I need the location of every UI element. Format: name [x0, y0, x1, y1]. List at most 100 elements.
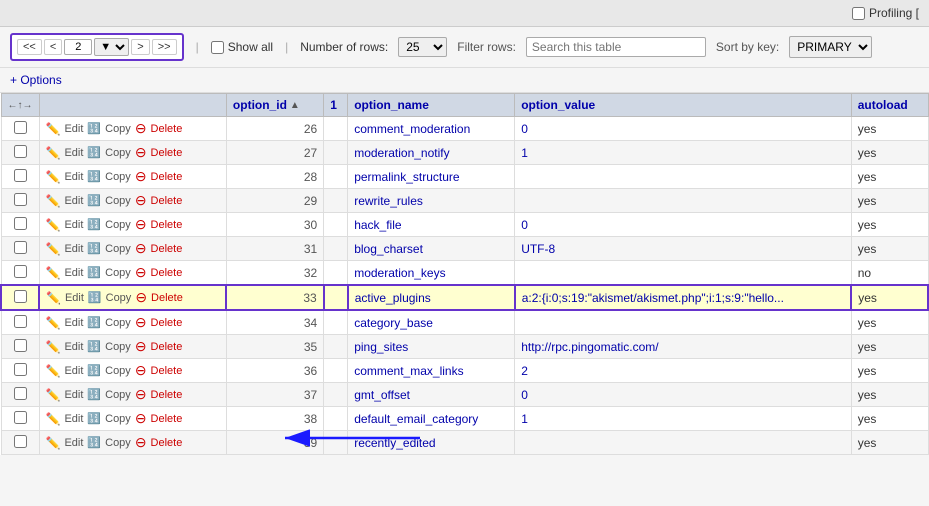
page-first-button[interactable]: << [17, 39, 42, 55]
sort-select[interactable]: PRIMARY [789, 36, 872, 58]
edit-pencil-icon: ✏️ [46, 364, 61, 378]
delete-button[interactable]: Delete [148, 316, 186, 330]
row-checkbox[interactable] [14, 315, 27, 328]
th-order[interactable]: 1 [324, 94, 348, 117]
delete-button[interactable]: Delete [148, 388, 186, 402]
delete-button[interactable]: Delete [148, 170, 186, 184]
edit-button[interactable]: Edit [61, 146, 86, 160]
delete-button[interactable]: Delete [148, 194, 186, 208]
toolbar: << < ▼ > >> | Show all | Number of rows:… [0, 27, 929, 68]
copy-button[interactable]: Copy [103, 291, 135, 305]
delete-button[interactable]: Delete [148, 218, 186, 232]
edit-button[interactable]: Edit [61, 412, 86, 426]
row-autoload-cell: yes [851, 141, 928, 165]
row-option-name-cell: comment_moderation [348, 117, 515, 141]
copy-button[interactable]: Copy [102, 218, 134, 232]
copy-button[interactable]: Copy [102, 194, 134, 208]
row-option-value-cell [515, 189, 852, 213]
row-checkbox[interactable] [14, 169, 27, 182]
profiling-checkbox[interactable] [852, 7, 865, 20]
row-checkbox[interactable] [14, 411, 27, 424]
row-checkbox-cell [1, 165, 39, 189]
row-checkbox[interactable] [14, 363, 27, 376]
edit-button[interactable]: Edit [61, 316, 86, 330]
page-prev-button[interactable]: < [44, 39, 62, 55]
row-actions-cell: ✏️ Edit 🔢 Copy ⊖ Delete [39, 165, 226, 189]
row-actions-cell: ✏️ Edit 🔢 Copy ⊖ Delete [39, 237, 226, 261]
delete-button[interactable]: Delete [148, 364, 186, 378]
copy-button[interactable]: Copy [102, 146, 134, 160]
row-actions-cell: ✏️ Edit 🔢 Copy ⊖ Delete [39, 383, 226, 407]
row-checkbox[interactable] [14, 387, 27, 400]
copy-button[interactable]: Copy [102, 436, 134, 450]
row-checkbox[interactable] [14, 193, 27, 206]
row-checkbox[interactable] [14, 217, 27, 230]
row-checkbox[interactable] [14, 241, 27, 254]
row-actions-cell: ✏️ Edit 🔢 Copy ⊖ Delete [39, 141, 226, 165]
edit-pencil-icon: ✏️ [46, 266, 61, 280]
row-option-name-cell: permalink_structure [348, 165, 515, 189]
row-id-cell: 37 [226, 383, 323, 407]
edit-button[interactable]: Edit [61, 242, 86, 256]
row-checkbox[interactable] [14, 435, 27, 448]
edit-button[interactable]: Edit [61, 388, 86, 402]
edit-button[interactable]: Edit [61, 340, 86, 354]
page-next-button[interactable]: > [131, 39, 149, 55]
row-checkbox[interactable] [14, 121, 27, 134]
row-option-name-cell: moderation_notify [348, 141, 515, 165]
row-checkbox[interactable] [14, 339, 27, 352]
row-option-value-cell [515, 261, 852, 286]
delete-button[interactable]: Delete [148, 266, 186, 280]
edit-button[interactable]: Edit [61, 436, 86, 450]
edit-button[interactable]: Edit [61, 218, 86, 232]
delete-button[interactable]: Delete [148, 291, 186, 305]
rows-select[interactable]: 25 50 100 [398, 37, 447, 57]
copy-button[interactable]: Copy [102, 170, 134, 184]
copy-button[interactable]: Copy [102, 122, 134, 136]
th-option-value[interactable]: option_value [515, 94, 852, 117]
row-id-cell: 38 [226, 407, 323, 431]
edit-button[interactable]: Edit [61, 194, 86, 208]
copy-button[interactable]: Copy [102, 412, 134, 426]
delete-button[interactable]: Delete [148, 436, 186, 450]
page-input[interactable] [64, 39, 92, 55]
delete-button[interactable]: Delete [148, 146, 186, 160]
filter-input[interactable] [526, 37, 706, 57]
row-autoload-cell: yes [851, 407, 928, 431]
row-checkbox[interactable] [14, 265, 27, 278]
row-autoload-cell: no [851, 261, 928, 286]
th-autoload[interactable]: autoload [851, 94, 928, 117]
row-autoload-cell: yes [851, 359, 928, 383]
row-autoload-cell: yes [851, 189, 928, 213]
edit-button[interactable]: Edit [62, 291, 87, 305]
delete-icon: ⊖ [135, 289, 147, 306]
page-dropdown[interactable]: ▼ [94, 38, 129, 56]
delete-button[interactable]: Delete [148, 242, 186, 256]
edit-button[interactable]: Edit [61, 364, 86, 378]
copy-button[interactable]: Copy [102, 242, 134, 256]
copy-button[interactable]: Copy [102, 340, 134, 354]
copy-button[interactable]: Copy [102, 316, 134, 330]
options-link[interactable]: + Options [10, 73, 62, 87]
page-last-button[interactable]: >> [152, 39, 177, 55]
edit-button[interactable]: Edit [61, 122, 86, 136]
copy-icon: 🔢 [87, 340, 101, 353]
show-all-label[interactable]: Show all [211, 40, 273, 54]
th-option-name[interactable]: option_name [348, 94, 515, 117]
edit-button[interactable]: Edit [61, 266, 86, 280]
show-all-checkbox[interactable] [211, 41, 224, 54]
row-checkbox[interactable] [14, 145, 27, 158]
row-checkbox[interactable] [14, 290, 27, 303]
delete-icon: ⊖ [135, 338, 147, 355]
copy-button[interactable]: Copy [102, 266, 134, 280]
th-option-id[interactable]: option_id ▲ [226, 94, 323, 117]
delete-icon: ⊖ [135, 168, 147, 185]
delete-button[interactable]: Delete [148, 412, 186, 426]
row-option-value-cell: 0 [515, 383, 852, 407]
copy-button[interactable]: Copy [102, 388, 134, 402]
row-checkbox-cell [1, 285, 39, 310]
copy-button[interactable]: Copy [102, 364, 134, 378]
edit-button[interactable]: Edit [61, 170, 86, 184]
delete-button[interactable]: Delete [148, 122, 186, 136]
delete-button[interactable]: Delete [148, 340, 186, 354]
